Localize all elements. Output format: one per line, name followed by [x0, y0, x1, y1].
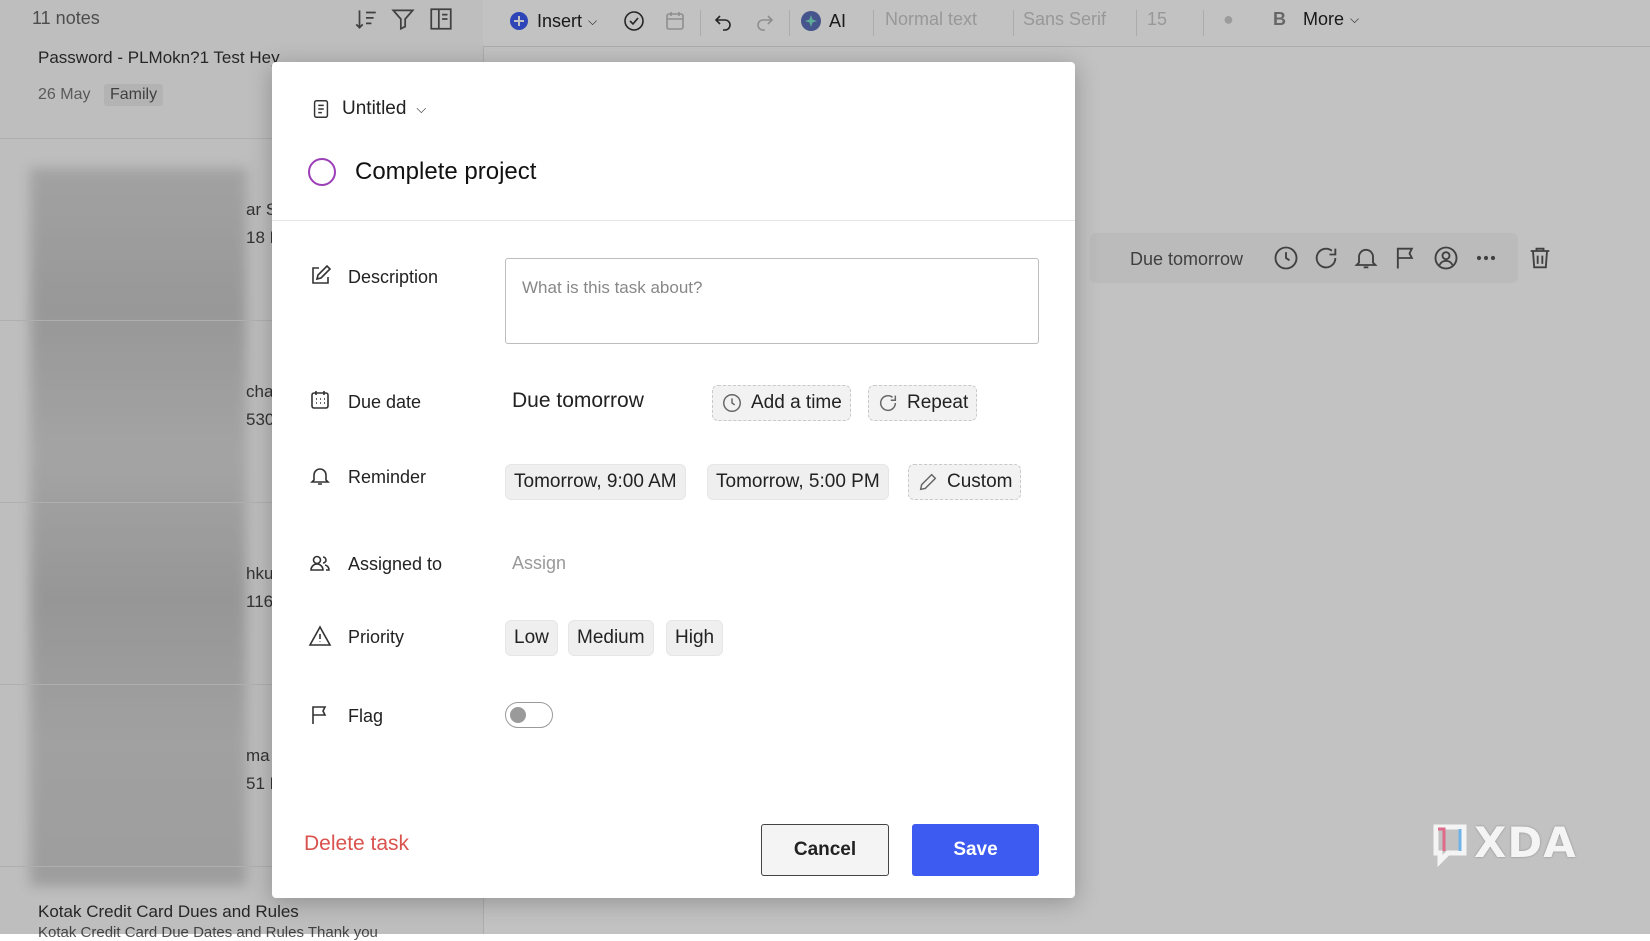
due-date-label: Due date	[348, 392, 422, 412]
reminder-label: Reminder	[348, 467, 427, 487]
edit-task-dialog: Untitled ⌵ Complete project Description …	[272, 62, 1075, 898]
flag-label: Flag	[348, 706, 384, 726]
bell-icon	[308, 464, 332, 488]
priority-label: Priority	[348, 627, 405, 647]
due-date-value[interactable]: Due tomorrow	[512, 389, 644, 413]
clock-icon	[723, 394, 741, 412]
repeat-icon	[880, 394, 897, 412]
flag-icon	[308, 703, 332, 727]
priority-option-label: Medium	[577, 627, 645, 648]
delete-task-link[interactable]: Delete task	[304, 832, 409, 856]
priority-low-button[interactable]: Low	[505, 620, 558, 656]
xda-logo-icon	[1433, 824, 1467, 867]
add-time-button[interactable]: Add a time	[712, 385, 851, 421]
xda-watermark: XDA	[1430, 818, 1577, 867]
save-button[interactable]: Save	[912, 824, 1039, 876]
reminder-option-label: Tomorrow, 5:00 PM	[716, 471, 880, 492]
calendar-icon	[308, 388, 332, 412]
priority-option-label: High	[675, 627, 715, 648]
toggle-knob	[510, 707, 526, 723]
list-name: Untitled	[342, 98, 407, 119]
priority-medium-button[interactable]: Medium	[568, 620, 654, 656]
dialog-header: Untitled ⌵ Complete project	[272, 62, 1075, 221]
repeat-button[interactable]: Repeat	[868, 385, 978, 421]
reminder-custom-button[interactable]: Custom	[908, 464, 1022, 500]
reminder-option-9am[interactable]: Tomorrow, 9:00 AM	[505, 464, 686, 500]
reminder-option-label: Custom	[947, 471, 1013, 492]
document-icon	[313, 100, 329, 118]
list-selector[interactable]: Untitled ⌵	[310, 98, 426, 120]
flag-toggle[interactable]	[505, 702, 553, 728]
add-time-label: Add a time	[751, 392, 842, 413]
assign-input[interactable]: Assign	[512, 553, 566, 574]
description-label: Description	[348, 267, 439, 287]
reminder-option-label: Tomorrow, 9:00 AM	[514, 471, 677, 492]
task-complete-checkbox[interactable]	[308, 158, 336, 186]
pencil-icon	[919, 473, 937, 491]
priority-option-label: Low	[514, 627, 549, 648]
watermark-text: XDA	[1474, 818, 1577, 867]
description-field[interactable]	[505, 258, 1039, 344]
chevron-down-icon: ⌵	[416, 101, 427, 116]
cancel-button[interactable]: Cancel	[761, 824, 889, 876]
reminder-option-5pm[interactable]: Tomorrow, 5:00 PM	[707, 464, 889, 500]
assigned-to-label: Assigned to	[348, 554, 443, 574]
edit-icon	[308, 264, 332, 288]
task-title[interactable]: Complete project	[355, 158, 536, 186]
warning-triangle-icon	[308, 624, 332, 648]
users-icon	[308, 551, 332, 575]
priority-high-button[interactable]: High	[666, 620, 724, 656]
repeat-label: Repeat	[907, 392, 969, 413]
